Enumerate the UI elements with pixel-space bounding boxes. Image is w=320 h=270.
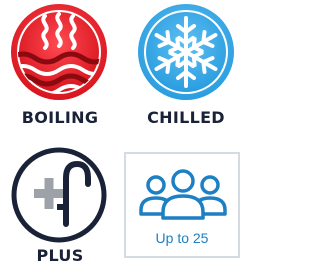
plus-label: PLUS (36, 246, 84, 265)
plus-tap-icon (11, 147, 107, 243)
chilled-label: CHILLED (147, 108, 225, 127)
boiling-label: BOILING (21, 108, 99, 127)
steam-waves-icon (11, 4, 107, 100)
capacity-tile: Up to 25 (124, 152, 240, 258)
people-group-icon (139, 169, 227, 220)
capacity-caption: Up to 25 (155, 230, 209, 246)
snowflake-icon (138, 4, 234, 100)
